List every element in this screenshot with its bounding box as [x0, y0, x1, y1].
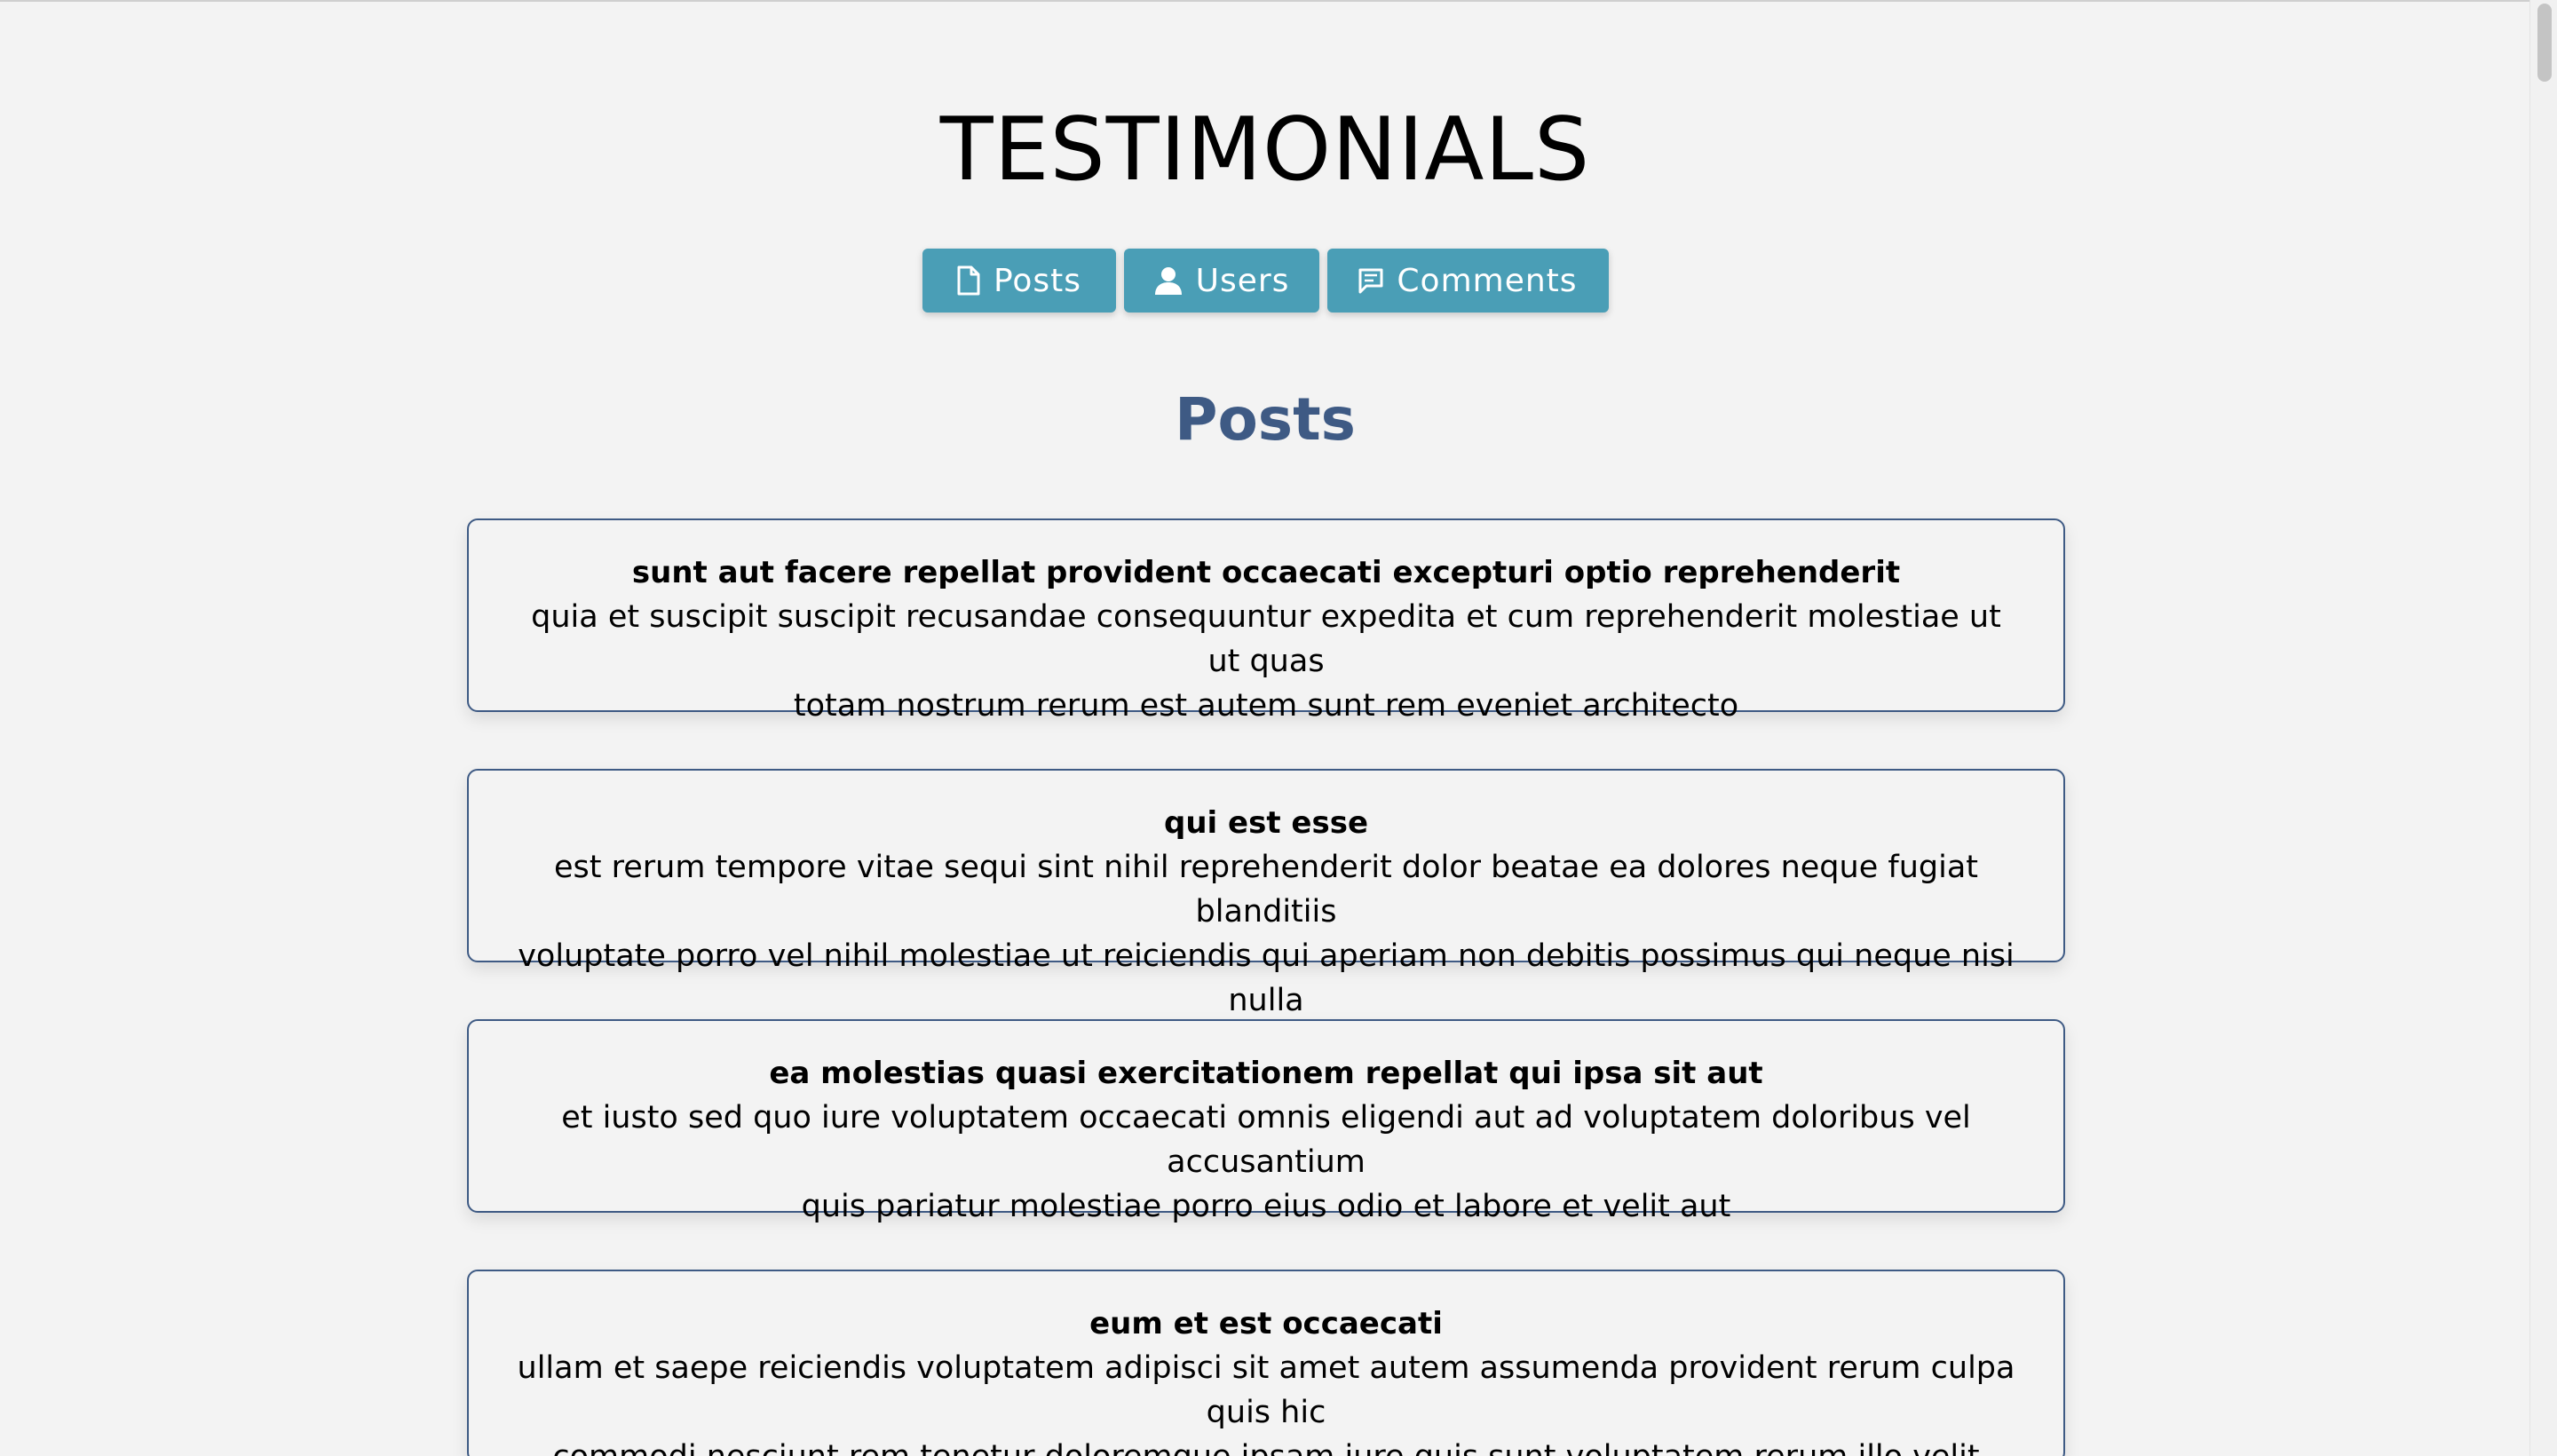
post-body-line: ullam et saepe reiciendis voluptatem adi… [517, 1350, 2015, 1430]
post-title: ea molestias quasi exercitationem repell… [769, 1056, 1763, 1091]
posts-button[interactable]: Posts [922, 249, 1116, 313]
users-button[interactable]: Users [1123, 249, 1319, 313]
section-title: Posts [1175, 385, 1356, 454]
app-viewport: TESTIMONIALS Posts Users Comments Posts … [0, 0, 2557, 1456]
comment-icon [1358, 267, 1384, 294]
post-title: qui est esse [1163, 805, 1368, 841]
posts-button-label: Posts [993, 262, 1082, 299]
post-body-line: voluptate porro vel nihil molestiae ut r… [518, 938, 2015, 1018]
users-button-label: Users [1195, 262, 1290, 299]
post-body-line: est rerum tempore vitae sequi sint nihil… [554, 850, 1978, 930]
post-card: qui est esse est rerum tempore vitae seq… [467, 769, 2065, 1018]
post-list: sunt aut facere repellat provident occae… [467, 518, 2065, 1456]
nav-bar: Posts Users Comments [0, 249, 2530, 313]
post-body-line: et iusto sed quo iure voluptatem occaeca… [561, 1100, 1971, 1180]
comments-button-label: Comments [1397, 262, 1578, 299]
post-title: sunt aut facere repellat provident occae… [631, 555, 1901, 590]
user-icon [1153, 265, 1184, 296]
page-content: TESTIMONIALS Posts Users Comments Posts … [0, 0, 2530, 1456]
post-body-line: commodi nesciunt rem tenetur doloremque … [511, 1435, 2021, 1456]
post-body-line: quis pariatur molestiae porro eius odio … [801, 1189, 1731, 1224]
page-title: TESTIMONIALS [939, 99, 1591, 201]
vertical-scrollbar[interactable] [2529, 0, 2557, 1456]
post-card: sunt aut facere repellat provident occae… [467, 518, 2065, 724]
post-body-line: totam nostrum rerum est autem sunt rem e… [793, 688, 1739, 724]
post-card: eum et est occaecati ullam et saepe reic… [467, 1270, 2065, 1456]
post-body-line: quia et suscipit suscipit recusandae con… [531, 599, 2001, 679]
post-card: ea molestias quasi exercitationem repell… [467, 1019, 2065, 1224]
document-icon [956, 265, 981, 296]
scrollbar-thumb[interactable] [2537, 4, 2552, 82]
comments-button[interactable]: Comments [1326, 249, 1609, 313]
post-title: eum et est occaecati [1089, 1306, 1443, 1341]
